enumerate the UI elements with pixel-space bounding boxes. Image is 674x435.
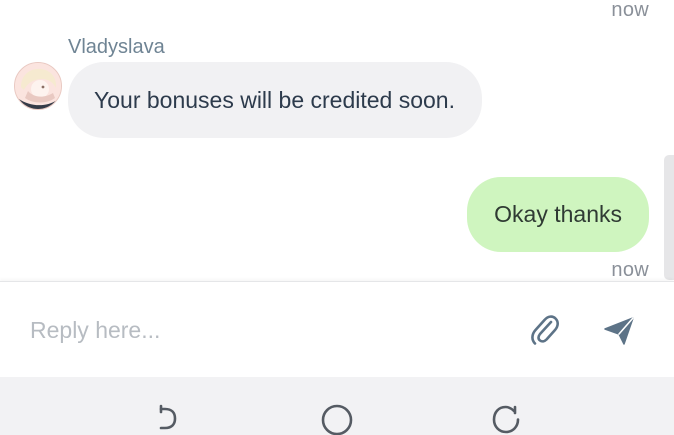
- nav-back-button[interactable]: [148, 401, 188, 435]
- home-icon: [321, 404, 353, 435]
- chat-scrollbar[interactable]: [664, 155, 674, 280]
- chat-messages-area[interactable]: now Vladyslava Your bonuses will be cred…: [0, 0, 674, 280]
- message-timestamp: now: [611, 259, 649, 280]
- reply-input[interactable]: [30, 310, 500, 350]
- agent-avatar: [14, 62, 62, 110]
- send-icon: [604, 317, 634, 345]
- paperclip-icon: [531, 315, 559, 345]
- incoming-message-text: Your bonuses will be credited soon.: [94, 86, 455, 113]
- message-composer: [0, 281, 674, 378]
- back-icon: [159, 404, 177, 430]
- recents-icon: [492, 405, 520, 434]
- nav-home-button[interactable]: [317, 401, 357, 435]
- send-button[interactable]: [597, 308, 641, 352]
- outgoing-message-text: Okay thanks: [494, 201, 622, 227]
- system-navigation-bar: [0, 377, 674, 435]
- incoming-message-bubble: Your bonuses will be credited soon.: [68, 62, 482, 138]
- nav-recents-button[interactable]: [486, 401, 526, 435]
- sender-name: Vladyslava: [68, 36, 165, 58]
- attach-button[interactable]: [522, 308, 566, 352]
- message-timestamp: now: [611, 0, 649, 21]
- outgoing-message-bubble: Okay thanks: [467, 177, 649, 252]
